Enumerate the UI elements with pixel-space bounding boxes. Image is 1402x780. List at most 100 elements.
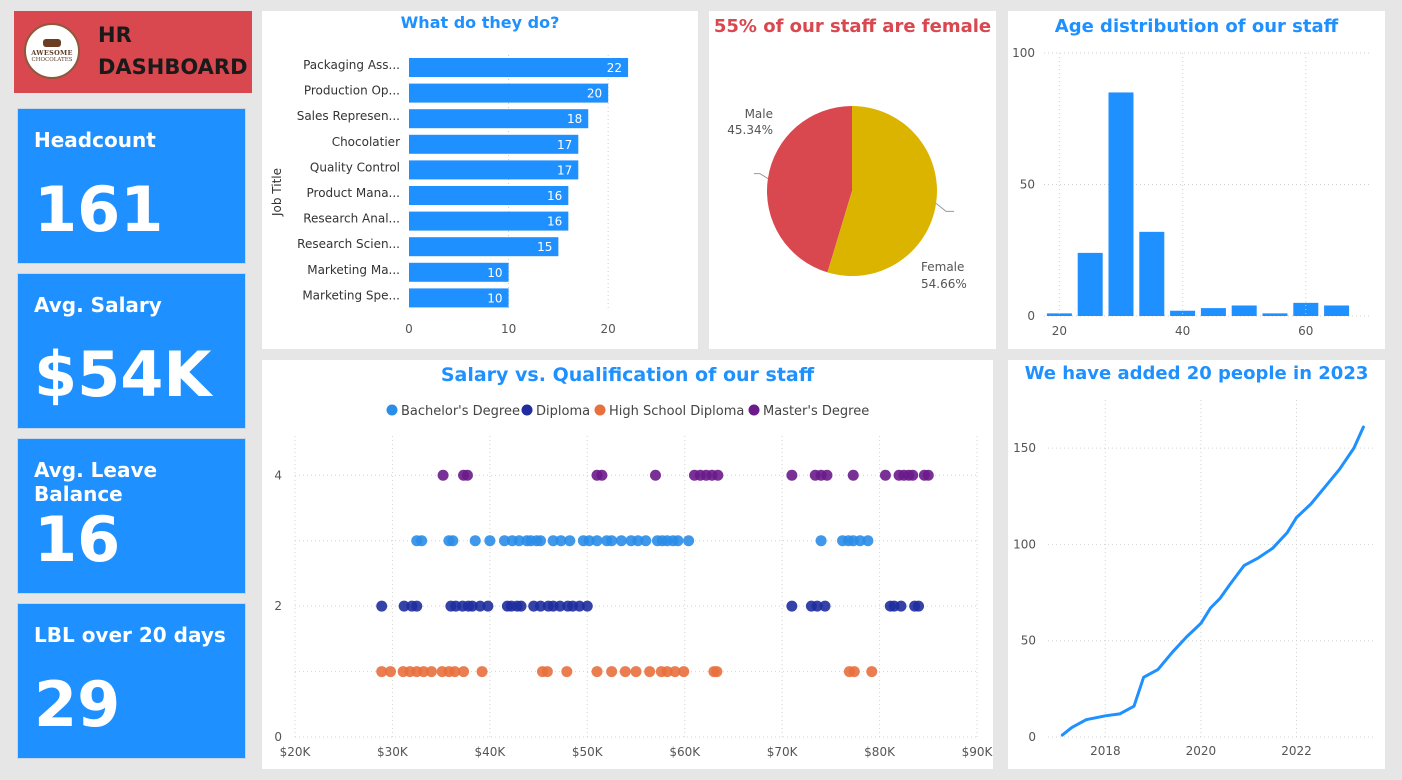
scatter-chart-panel[interactable]: Salary vs. Qualification of our staff Ba…: [262, 360, 993, 769]
gender-chart-panel[interactable]: 55% of our staff are female Male 45.34% Fe…: [709, 11, 996, 349]
legend-marker: [521, 404, 533, 416]
kpi-label: Avg. Leave Balance: [34, 458, 158, 506]
data-point: [819, 600, 831, 612]
kpi-label: Avg. Salary: [34, 293, 162, 317]
data-point: [411, 600, 423, 612]
bar: [409, 58, 629, 77]
kpi-card-avg-leave-balance[interactable]: Avg. Leave Balance 16: [17, 438, 246, 594]
data-point: [866, 666, 878, 678]
jobs-y-axis-label: Job Title: [270, 168, 284, 217]
data-point: [862, 535, 874, 547]
data-point: [672, 535, 684, 547]
category-label: Packaging Ass...: [303, 58, 400, 72]
age-chart-panel[interactable]: Age distribution of our staff 0 50 100 20 40…: [1008, 11, 1385, 349]
data-label: 20: [587, 87, 602, 101]
data-point: [630, 666, 642, 678]
data-point: [416, 535, 428, 547]
x-tick-label: 60: [1298, 324, 1313, 338]
growth-chart-panel[interactable]: We have added 20 people in 2023 0 50 100 15…: [1008, 360, 1385, 769]
bar: [409, 211, 569, 231]
category-label: Research Anal...: [303, 212, 400, 226]
data-point: [615, 535, 627, 547]
data-label: 15: [537, 240, 552, 254]
data-label: 17: [557, 163, 572, 177]
y-tick-label: 2: [274, 599, 282, 613]
category-label: Quality Control: [310, 160, 400, 174]
x-tick-label: $50K: [572, 745, 604, 759]
bar: [409, 109, 589, 129]
data-point: [515, 600, 527, 612]
pie-label-male: Male: [745, 107, 773, 121]
bar: [1077, 252, 1103, 316]
data-point: [591, 535, 603, 547]
chocolate-icon: [43, 39, 61, 47]
x-tick-label: 2018: [1090, 744, 1121, 758]
bar: [1139, 231, 1165, 316]
data-point: [461, 469, 473, 481]
x-tick-label: 40: [1175, 324, 1190, 338]
data-point: [437, 469, 449, 481]
category-label: Sales Represen...: [297, 109, 400, 123]
data-point: [541, 666, 553, 678]
dashboard-header: AWESOME CHOCOLATES HR DASHBOARD: [14, 11, 252, 93]
kpi-label: Headcount: [34, 128, 156, 152]
x-tick-label: $60K: [669, 745, 701, 759]
kpi-card-avg-salary[interactable]: Avg. Salary $54K: [17, 273, 246, 429]
data-point: [711, 666, 723, 678]
data-point: [815, 535, 827, 547]
data-point: [476, 666, 488, 678]
y-tick-label: 0: [1028, 730, 1036, 744]
y-tick-label: 4: [274, 468, 282, 482]
data-point: [482, 600, 494, 612]
logo-text-line2: CHOCOLATES: [31, 57, 73, 63]
data-point: [644, 666, 656, 678]
data-label: 10: [487, 266, 502, 280]
data-point: [683, 535, 695, 547]
kpi-value: 16: [34, 503, 121, 576]
kpi-card-lbl-over-20-days[interactable]: LBL over 20 days 29: [17, 603, 246, 759]
data-label: 16: [547, 215, 562, 229]
y-tick-label: 0: [1027, 309, 1035, 323]
headcount-line: [1060, 425, 1365, 737]
kpi-value: $54K: [34, 338, 212, 411]
legend-label: High School Diploma: [609, 404, 744, 419]
company-logo: AWESOME CHOCOLATES: [24, 23, 80, 79]
jobs-chart-panel[interactable]: What do they do? Job Title 0 10 20 Packagin…: [262, 11, 698, 349]
x-tick-label: 20: [601, 322, 616, 336]
data-point: [712, 469, 724, 481]
data-point: [848, 666, 860, 678]
kpi-card-headcount[interactable]: Headcount 161: [17, 108, 246, 264]
data-point: [425, 666, 437, 678]
data-point: [786, 469, 798, 481]
pie-pct-female: 54.66%: [921, 277, 967, 291]
y-tick-label: 100: [1013, 537, 1036, 551]
category-label: Chocolatier: [332, 135, 400, 149]
y-tick-label: 0: [274, 730, 282, 744]
pie-label-female: Female: [921, 260, 964, 274]
data-point: [640, 535, 652, 547]
x-tick-label: $90K: [962, 745, 993, 759]
legend-label: Diploma: [536, 404, 590, 419]
data-point: [591, 666, 603, 678]
data-point: [922, 469, 934, 481]
bar: [409, 186, 569, 205]
headcount-line-chart: 0 50 100 150 2018 2020 2022: [1013, 400, 1373, 758]
data-label: 10: [487, 291, 502, 305]
x-tick-label: 2020: [1186, 744, 1217, 758]
legend-marker: [748, 404, 760, 416]
x-tick-label: 10: [501, 322, 516, 336]
y-tick-label: 50: [1020, 178, 1035, 192]
data-point: [895, 600, 907, 612]
data-label: 22: [607, 61, 622, 75]
logo-text-line1: AWESOME: [31, 49, 73, 57]
category-label: Marketing Spe...: [302, 288, 400, 302]
x-tick-label: 2022: [1281, 744, 1312, 758]
category-label: Research Scien...: [297, 237, 400, 251]
bar: [409, 160, 579, 180]
data-point: [458, 666, 470, 678]
legend-marker: [594, 404, 606, 416]
x-tick-label: $20K: [280, 745, 312, 759]
bar: [1324, 305, 1350, 316]
leader-line: [935, 203, 955, 212]
legend-label: Master's Degree: [763, 404, 869, 419]
